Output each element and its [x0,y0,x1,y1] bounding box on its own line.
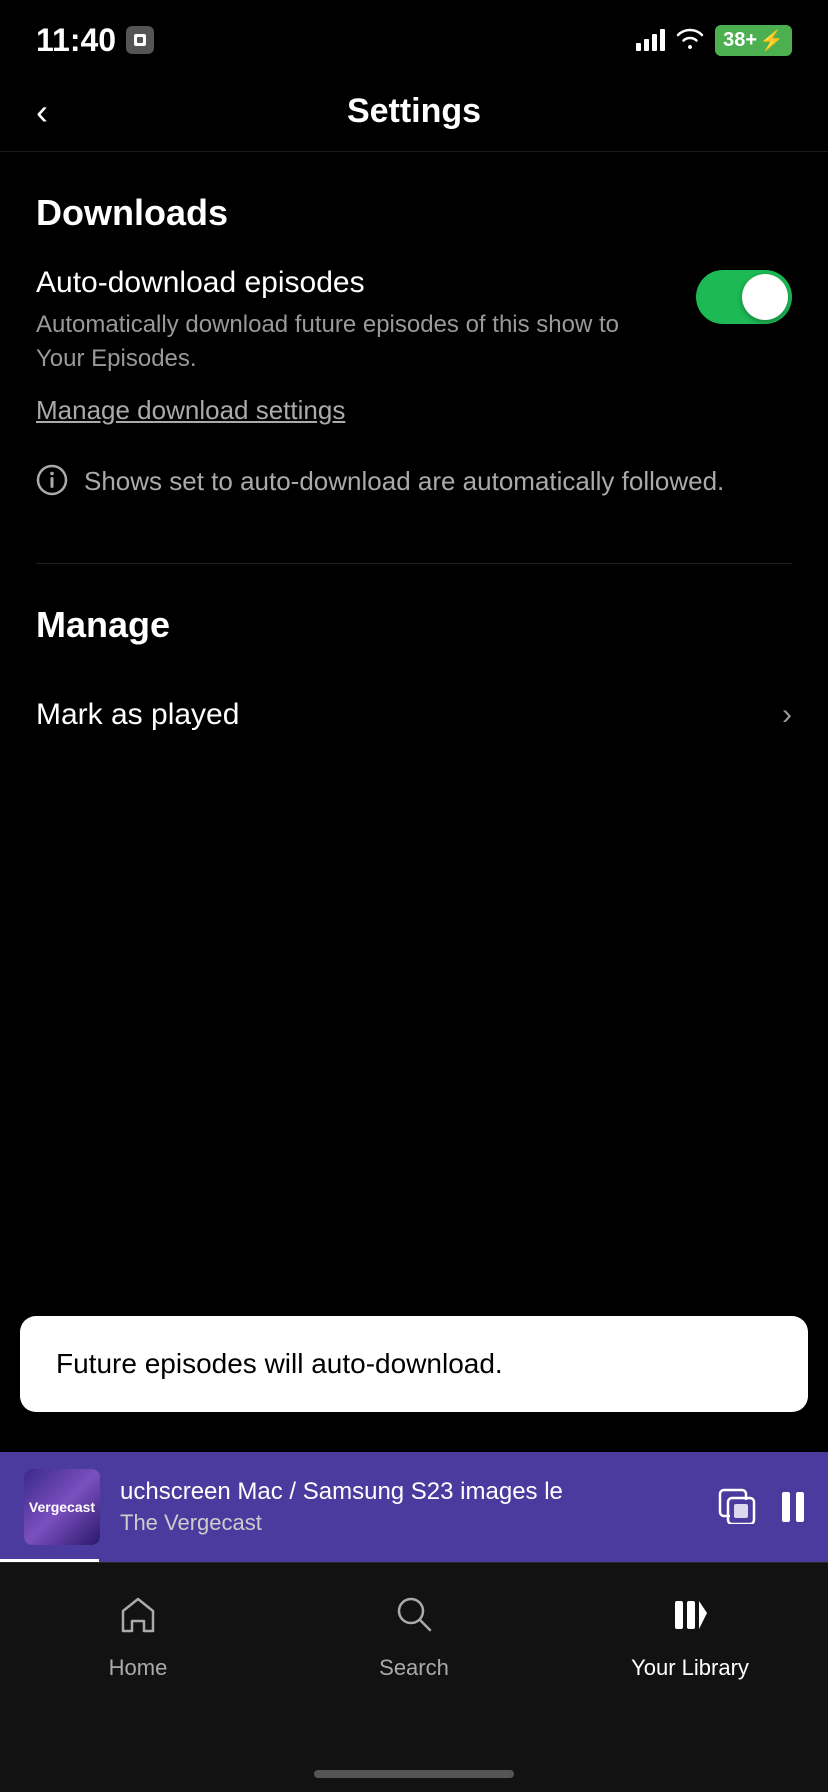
auto-download-toggle[interactable] [696,270,792,324]
battery-icon: 38+ ⚡ [715,25,792,56]
artwork-label: Vergecast [29,1499,95,1515]
section-divider [36,563,792,564]
wifi-icon [675,25,705,56]
screen-record-icon [126,26,154,54]
auto-download-description: Automatically download future episodes o… [36,308,656,375]
downloads-section-title: Downloads [36,192,792,234]
mark-as-played-row[interactable]: Mark as played › [36,678,792,752]
auto-follow-info: Shows set to auto-download are automatic… [36,462,792,503]
connect-device-icon[interactable] [716,1482,758,1533]
back-button[interactable]: ‹ [36,91,48,133]
home-nav-label: Home [109,1655,168,1681]
bottom-nav: Home Search Your Library [0,1562,828,1792]
page-title: Settings [347,92,481,131]
library-nav-label: Your Library [631,1655,749,1681]
main-content: Downloads Auto-download episodes Automat… [0,152,828,752]
status-bar: 11:40 38+ ⚡ [0,0,828,72]
mark-as-played-label: Mark as played [36,698,239,732]
status-icons: 38+ ⚡ [636,25,792,56]
auto-download-label: Auto-download episodes [36,266,656,300]
pause-button[interactable] [782,1492,804,1522]
nav-item-library[interactable]: Your Library [590,1593,790,1681]
home-indicator [314,1770,514,1778]
now-playing-controls [716,1482,804,1533]
downloads-section: Downloads Auto-download episodes Automat… [36,192,792,503]
header: ‹ Settings [0,72,828,152]
info-circle-icon [36,464,68,503]
manage-download-settings-link[interactable]: Manage download settings [36,395,345,426]
search-nav-label: Search [379,1655,449,1681]
signal-bars-icon [636,29,665,51]
now-playing-info: uchscreen Mac / Samsung S23 images le Th… [120,1478,696,1536]
auto-download-row: Auto-download episodes Automatically dow… [36,266,792,375]
home-icon [117,1593,159,1645]
manage-section-title: Manage [36,604,792,646]
nav-item-search[interactable]: Search [314,1593,514,1681]
nav-item-home[interactable]: Home [38,1593,238,1681]
toggle-knob [742,274,788,320]
now-playing-title: uchscreen Mac / Samsung S23 images le [120,1478,696,1506]
now-playing-show: The Vergecast [120,1510,696,1536]
search-icon [393,1593,435,1645]
now-playing-artwork: Vergecast [24,1469,100,1545]
toast-text: Future episodes will auto-download. [56,1348,503,1379]
chevron-right-icon: › [782,698,792,732]
toast-notification: Future episodes will auto-download. [20,1316,808,1412]
auto-follow-text: Shows set to auto-download are automatic… [84,462,724,501]
library-icon [669,1593,711,1645]
manage-section: Manage Mark as played › [36,604,792,752]
now-playing-bar[interactable]: Vergecast uchscreen Mac / Samsung S23 im… [0,1452,828,1562]
status-time: 11:40 [36,22,116,59]
